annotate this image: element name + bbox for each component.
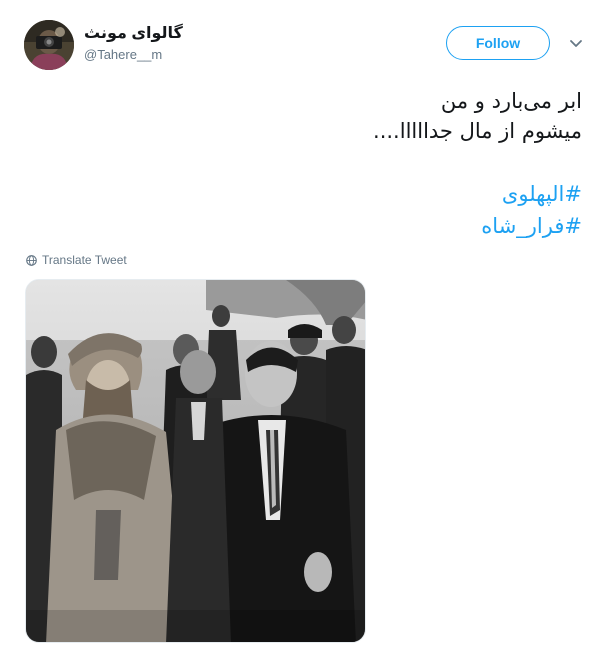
tweet-text: ابر می‌بارد و من میشوم از مال جدااااا...… — [42, 86, 582, 146]
tweet-text-line: ابر می‌بارد و من — [440, 89, 582, 113]
avatar-image — [24, 20, 74, 70]
avatar[interactable] — [24, 20, 74, 70]
translate-label: Translate Tweet — [42, 253, 127, 267]
tweet-photo[interactable] — [25, 279, 366, 643]
photo-image — [26, 280, 365, 642]
user-handle[interactable]: @Tahere__m — [84, 46, 183, 64]
hashtag-list: #الپهلوی #فرار_شاه — [42, 178, 582, 242]
user-info: گالوای مونث @Tahere__m — [84, 24, 183, 64]
globe-icon — [26, 254, 37, 266]
tweet-text-line: میشوم از مال جدااااا.... — [373, 119, 582, 143]
hashtag-link[interactable]: #الپهلوی — [42, 178, 582, 210]
display-name[interactable]: گالوای مونث — [84, 24, 183, 44]
translate-tweet-link[interactable]: Translate Tweet — [26, 253, 127, 267]
hashtag-link[interactable]: #فرار_شاه — [42, 210, 582, 242]
follow-button[interactable]: Follow — [446, 26, 550, 60]
chevron-down-icon[interactable] — [569, 38, 583, 50]
tweet-card: گالوای مونث @Tahere__m Follow ابر می‌بار… — [0, 0, 610, 654]
